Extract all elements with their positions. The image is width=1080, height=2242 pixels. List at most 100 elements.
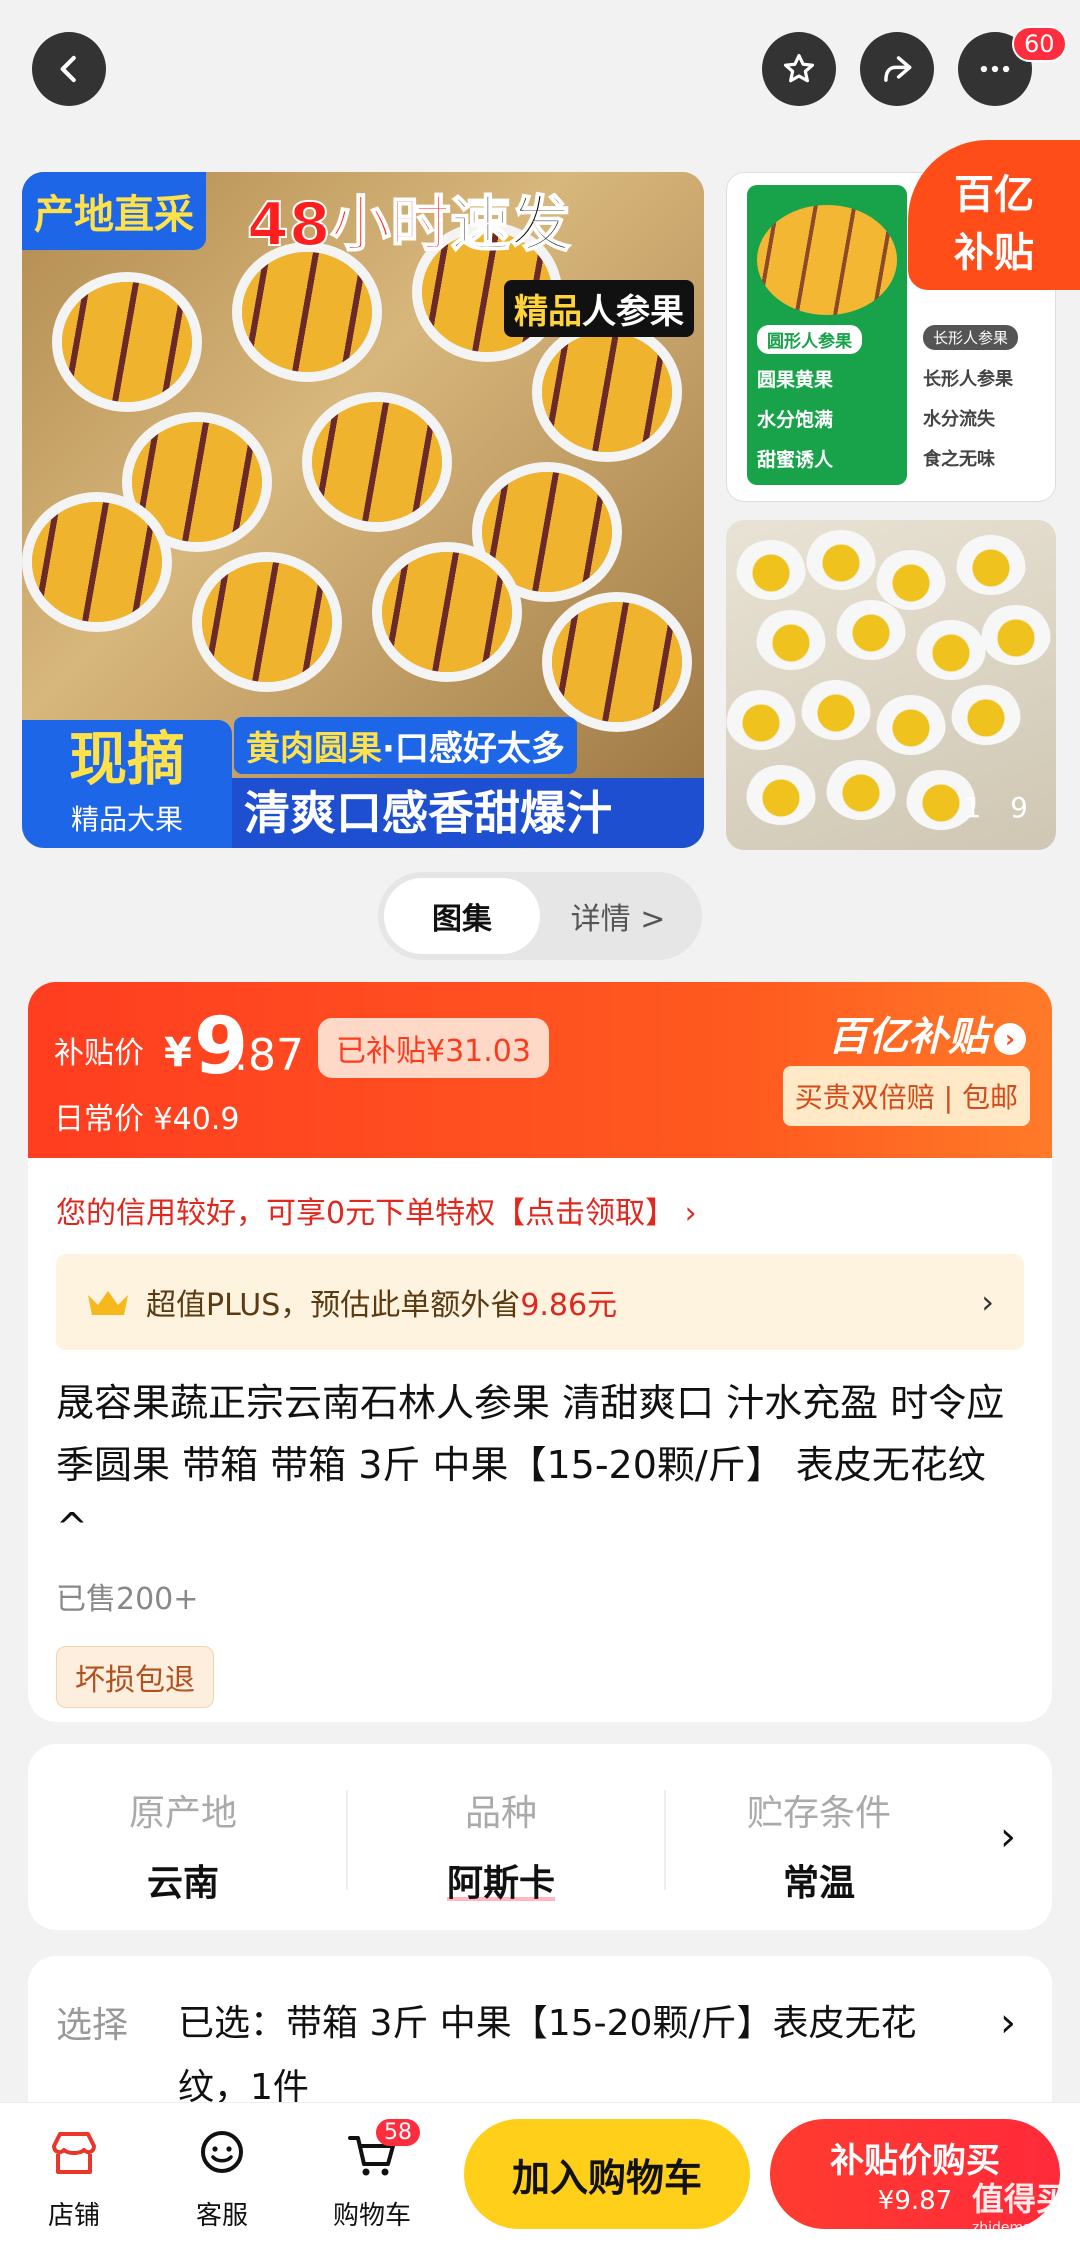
message-count-badge: 60 [1012,26,1067,62]
daily-price: 日常价 ¥40.9 [54,1102,240,1137]
store-button[interactable]: 店铺 [14,2123,134,2232]
fruit-image [801,680,871,740]
chevron-right-icon: › [1000,2000,1016,2046]
price-card: 补贴价 ¥ 9 .87 已补贴¥31.03 日常价 ¥40.9 百亿补贴 › 买贵… [28,982,1052,1722]
price-decimal: .87 [234,1030,304,1081]
chevron-right-icon: › [994,1023,1026,1055]
chevron-right-icon: › [1000,1814,1016,1860]
attr-key: 贮存条件 [746,1793,891,1834]
gallery-tabs: 图集 详情 > [378,872,702,960]
favorite-button[interactable] [762,32,836,106]
fruit-image [242,252,372,372]
fruit-image [382,552,512,672]
foam-packed-thumbnail[interactable]: 1 9 [726,520,1056,850]
bottom-action-bar: 店铺 客服 58 购物车 加入购物车 补贴价购买 ¥9.87 值得买 zhidem… [0,2102,1080,2242]
brand-subsidy-link[interactable]: 百亿补贴 › [828,1004,1026,1062]
service-label: 客服 [195,2201,248,2231]
cart-label: 购物车 [332,2201,411,2231]
flesh-tag: 黄肉圆果·口感好太多 [234,717,577,774]
fruit-image [756,610,826,670]
share-icon [884,56,912,82]
fruit-image [32,502,162,622]
fruit-image [736,540,806,600]
product-gallery[interactable]: 产地直采 48小时速发 精品人参果 黄肉圆果·口感好太多 现摘 精品大果 清爽口… [0,140,1080,850]
gallery-pager: 1 9 [963,791,1038,824]
fruit-image [482,472,612,592]
tab-details[interactable]: 详情 > [540,878,696,954]
subsidized-amount-tag: 已补贴¥31.03 [318,1018,549,1078]
fruit-image [876,550,946,610]
store-icon [52,2132,96,2174]
shipping-hours: 48小时 [246,189,451,261]
compare-left-row: 圆果黄果 [757,369,834,391]
subsidy-badge: 百亿 补贴 [908,140,1080,290]
damage-refund-badge: 坏损包退 [56,1646,214,1708]
fruit-image [132,422,262,542]
fruit-image [726,690,796,750]
back-button[interactable] [32,32,106,106]
taste-text: ·口感好太多 [382,729,565,769]
top-bar: 60 [0,0,1080,150]
slogan-banner: 清爽口感香甜爆汁 [232,778,704,848]
fruit-image [981,605,1051,665]
attr-value: 阿斯卡 [446,1863,555,1904]
origin-tag: 产地直采 [22,172,206,250]
fruit-image [746,765,816,825]
subsidy-badge-line1: 百亿 [954,172,1034,218]
attr-storage: 贮存条件 常温 [664,1784,974,1906]
fruit-image [62,282,192,402]
store-label: 店铺 [47,2201,100,2231]
shipping-speed: 速发 [450,189,572,261]
fruit-image [876,695,946,755]
plus-savings-amount: 9.86元 [520,1288,618,1323]
price-currency: ¥ [164,1030,192,1076]
fruit-image [202,562,332,682]
subsidy-price-label: 补贴价 [54,1036,144,1071]
crown-icon [88,1291,128,1315]
compare-right-row: 水分流失 [923,409,995,430]
fruit-image [956,535,1026,595]
attr-value: 常温 [782,1863,855,1904]
back-icon [60,55,76,83]
compare-right-head: 长形人参果 [923,325,1019,350]
product-attributes[interactable]: 原产地 云南 品种 阿斯卡 贮存条件 常温 › [28,1744,1052,1930]
attr-value: 云南 [146,1863,219,1904]
subsidy-badge-line2: 补贴 [954,230,1034,276]
more-icon [980,65,1010,73]
cart-count-badge: 58 [376,2119,420,2146]
fresh-picked-small: 精品大果 [70,803,183,836]
customer-service-button[interactable]: 客服 [162,2123,282,2232]
attr-origin: 原产地 云南 [28,1784,338,1906]
fruit-image [806,530,876,590]
guarantee-claims[interactable]: 买贵双倍赔 | 包邮 [782,1066,1030,1126]
premium-word: 精品 [514,292,582,332]
tab-gallery[interactable]: 图集 [384,878,540,954]
plus-savings-banner[interactable]: 超值PLUS，预估此单额外省 9.86元 › [56,1254,1024,1350]
attr-key: 品种 [464,1793,537,1834]
fruit-image [951,685,1021,745]
cart-button[interactable]: 58 购物车 [312,2119,432,2232]
main-product-image[interactable]: 产地直采 48小时速发 精品人参果 黄肉圆果·口感好太多 现摘 精品大果 清爽口… [22,172,704,848]
plus-savings-text: 超值PLUS，预估此单额外省 [146,1288,521,1323]
selection-value: 已选：带箱 3斤 中果【15-20颗/斤】表皮无花纹，1件 [178,2003,917,2108]
fruit-image [836,600,906,660]
watermark-text: 值得买 [971,2180,1068,2218]
fresh-picked-big: 现摘 [68,725,185,793]
share-button[interactable] [860,32,934,106]
credit-privilege-link[interactable]: 您的信用较好，可享0元下单特权【点击领取】 › [56,1188,697,1232]
attr-key: 原产地 [128,1793,237,1834]
product-title: 晟容果蔬正宗云南石林人参果 清甜爽口 汁水充盈 时令应季圆果 带箱 带箱 3斤 … [56,1381,1005,1549]
subsidy-price-header: 补贴价 ¥ 9 .87 已补贴¥31.03 日常价 ¥40.9 百亿补贴 › 买贵… [28,982,1052,1158]
compare-left-row: 水分饱满 [757,409,834,431]
star-icon [783,53,815,83]
fruit-image [542,332,672,452]
add-to-cart-button[interactable]: 加入购物车 [464,2119,750,2229]
chevron-right-icon: › [981,1283,994,1321]
selection-label: 选择 [56,2005,129,2046]
fruit-name: 人参果 [582,292,684,332]
compare-left-head: 圆形人参果 [757,325,862,354]
premium-tag: 精品人参果 [504,280,694,337]
fresh-picked-tag: 现摘 精品大果 [22,720,232,848]
fruit-image [552,602,682,722]
fruit-image [916,620,986,680]
